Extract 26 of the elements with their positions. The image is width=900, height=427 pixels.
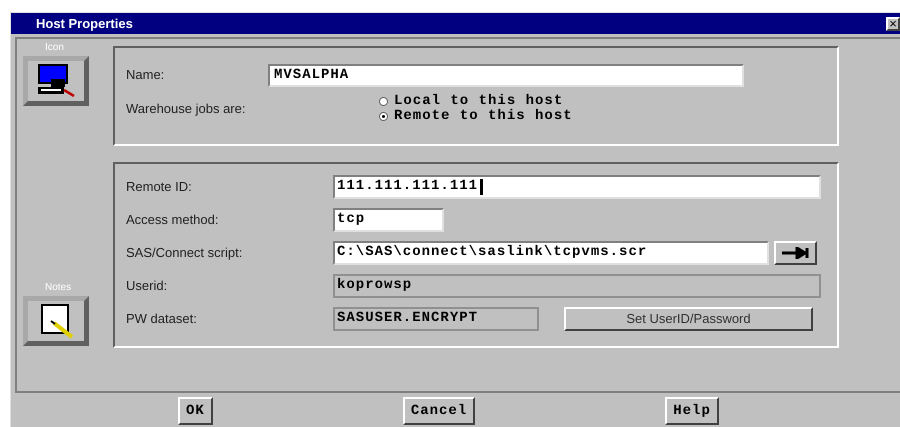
text-field[interactable]: C:\SAS\connect\saslink\tcpvms.scr	[333, 240, 769, 264]
field-label: Warehouse jobs are:	[126, 100, 246, 118]
browse-button[interactable]	[774, 240, 817, 264]
icon-caption: Notes	[43, 283, 74, 293]
text-field[interactable]: tcp	[333, 208, 444, 232]
field-label: Access method:	[126, 210, 220, 229]
text-field[interactable]: 111.111.111.111	[333, 174, 821, 198]
field-label: Remote ID:	[126, 178, 193, 196]
field-label: SAS/Connect script:	[126, 244, 244, 262]
field-label: PW dataset:	[126, 310, 198, 328]
computer-button[interactable]	[23, 56, 89, 106]
radio-option[interactable]: Local to this host	[379, 94, 573, 109]
field-label: Userid:	[126, 276, 168, 295]
notes-button[interactable]	[23, 296, 89, 346]
close-button[interactable]: ×	[886, 16, 900, 30]
field-label: Name:	[126, 66, 166, 84]
icon-caption: Icon	[43, 43, 66, 53]
dialog-button[interactable]: Cancel	[402, 397, 476, 425]
arrow-to-bar-icon	[780, 246, 810, 258]
computer-icon	[36, 63, 76, 99]
text-cursor	[480, 178, 484, 194]
radio-option[interactable]: Remote to this host	[379, 109, 573, 124]
dialog-button[interactable]: OK	[178, 397, 213, 425]
name-field[interactable]: MVSALPHA	[268, 64, 744, 86]
dialog-button[interactable]: Help	[665, 397, 719, 425]
window-title: Host Properties	[36, 14, 133, 33]
